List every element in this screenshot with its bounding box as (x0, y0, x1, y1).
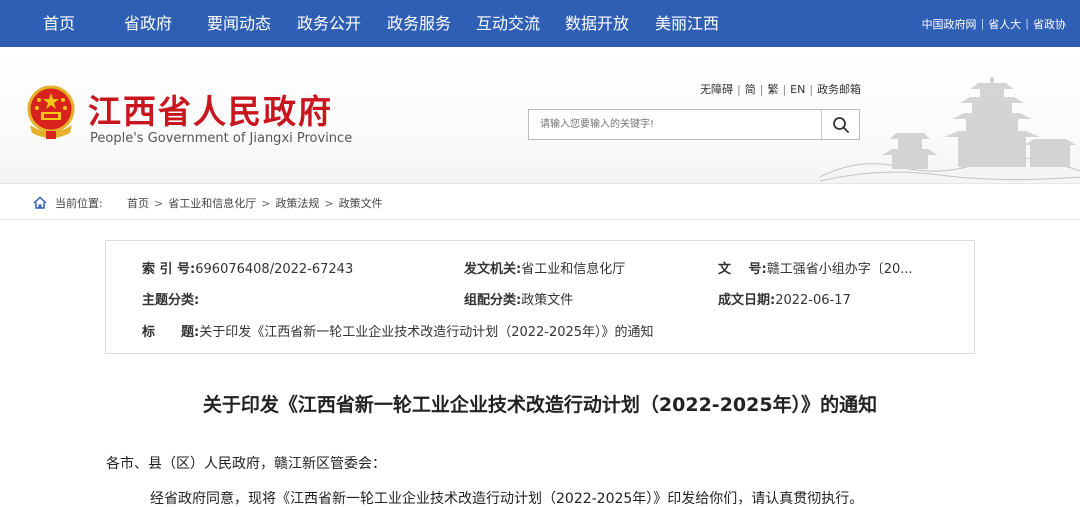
util-separator: | (809, 83, 814, 96)
breadcrumb-arrow: > (324, 197, 334, 210)
nav-item-beautiful-jiangxi[interactable]: 美丽江西 (655, 0, 719, 47)
info-issuer-label: 发文机关: (464, 262, 522, 277)
nav-item-home[interactable]: 首页 (43, 0, 75, 47)
util-separator: | (782, 83, 787, 96)
info-title-value: 关于印发《江西省新一轮工业企业技术改造行动计划（2022-2025年）》的通知 (199, 325, 654, 340)
breadcrumb-policy-regulations[interactable]: 政策法规 (275, 197, 319, 210)
site-header: 江西省人民政府 People's Government of Jiangxi P… (0, 47, 1080, 183)
search-box (528, 109, 860, 140)
nav-item-interaction[interactable]: 互动交流 (476, 0, 540, 47)
breadcrumb-department[interactable]: 省工业和信息化厅 (168, 197, 256, 210)
info-index-label: 索 引 号: (142, 262, 196, 277)
nav-item-news[interactable]: 要闻动态 (207, 0, 271, 47)
search-input[interactable] (529, 110, 821, 139)
info-docno-label: 文 号: (718, 262, 767, 277)
link-accessibility[interactable]: 无障碍 (700, 83, 733, 96)
breadcrumb-trail: 首页 > 省工业和信息化厅 > 政策法规 > 政策文件 (127, 195, 383, 211)
info-docno-value: 赣工强省小组办字〔20... (766, 262, 913, 277)
nav-item-gov-affairs-open[interactable]: 政务公开 (297, 0, 361, 47)
link-separator: | (1025, 17, 1029, 30)
info-index: 索 引 号:696076408/2022-67243 (142, 258, 353, 277)
external-links: 中国政府网 | 省人大 | 省政协 (922, 0, 1066, 47)
info-index-value: 696076408/2022-67243 (195, 262, 354, 277)
link-separator: | (980, 17, 985, 30)
link-simplified[interactable]: 简 (745, 83, 756, 96)
nav-item-gov-services[interactable]: 政务服务 (387, 0, 451, 47)
link-china-gov[interactable]: 中国政府网 (922, 16, 977, 32)
breadcrumb-policy-documents[interactable]: 政策文件 (339, 197, 383, 210)
breadcrumb-home[interactable]: 首页 (127, 197, 149, 210)
info-category-value: 政策文件 (521, 293, 574, 308)
info-docno: 文 号:赣工强省小组办字〔20... (718, 258, 938, 277)
info-topic: 主题分类: (142, 289, 199, 308)
info-title: 标 题:关于印发《江西省新一轮工业企业技术改造行动计划（2022-2025年）》… (142, 321, 654, 340)
link-traditional[interactable]: 繁 (767, 83, 778, 96)
document-info-box: 索 引 号:696076408/2022-67243 发文机关:省工业和信息化厅… (105, 240, 975, 354)
nav-item-open-data[interactable]: 数据开放 (565, 0, 629, 47)
info-date-label: 成文日期: (718, 293, 776, 308)
info-topic-label: 主题分类: (142, 293, 200, 308)
info-category-label: 组配分类: (464, 293, 522, 308)
breadcrumb-label: 当前位置: (55, 197, 103, 210)
top-nav: 首页 省政府 要闻动态 政务公开 政务服务 互动交流 数据开放 美丽江西 中国政… (0, 0, 1080, 47)
article-paragraph: 经省政府同意，现将《江西省新一轮工业企业技术改造行动计划（2022-2025年）… (150, 491, 864, 507)
info-title-label: 标 题: (142, 325, 200, 340)
info-date-value: 2022-06-17 (775, 293, 851, 308)
util-separator: | (759, 83, 764, 96)
info-issuer-value: 省工业和信息化厅 (521, 262, 626, 277)
link-provincial-cppcc[interactable]: 省政协 (1033, 16, 1066, 32)
util-separator: | (737, 83, 741, 96)
info-issuer: 发文机关:省工业和信息化厅 (464, 258, 625, 277)
nav-item-provincial-gov[interactable]: 省政府 (124, 0, 172, 47)
breadcrumb-arrow: > (154, 197, 164, 210)
article-paragraph: 各市、县（区）人民政府，赣江新区管委会： (106, 456, 386, 472)
national-emblem-icon[interactable] (24, 83, 78, 141)
home-icon (33, 196, 47, 209)
site-subtitle: People's Government of Jiangxi Province (90, 131, 353, 146)
link-english[interactable]: EN (790, 83, 805, 96)
pavilion-illustration-icon (820, 77, 1080, 182)
info-date: 成文日期:2022-06-17 (718, 289, 851, 308)
breadcrumb: 当前位置: 首页 > 省工业和信息化厅 > 政策法规 > 政策文件 (0, 183, 1080, 220)
link-provincial-congress[interactable]: 省人大 (988, 16, 1021, 32)
site-title[interactable]: 江西省人民政府 (88, 85, 333, 133)
info-category: 组配分类:政策文件 (464, 289, 573, 308)
breadcrumb-arrow: > (261, 197, 271, 210)
article-title: 关于印发《江西省新一轮工业企业技术改造行动计划（2022-2025年）》的通知 (202, 394, 878, 416)
